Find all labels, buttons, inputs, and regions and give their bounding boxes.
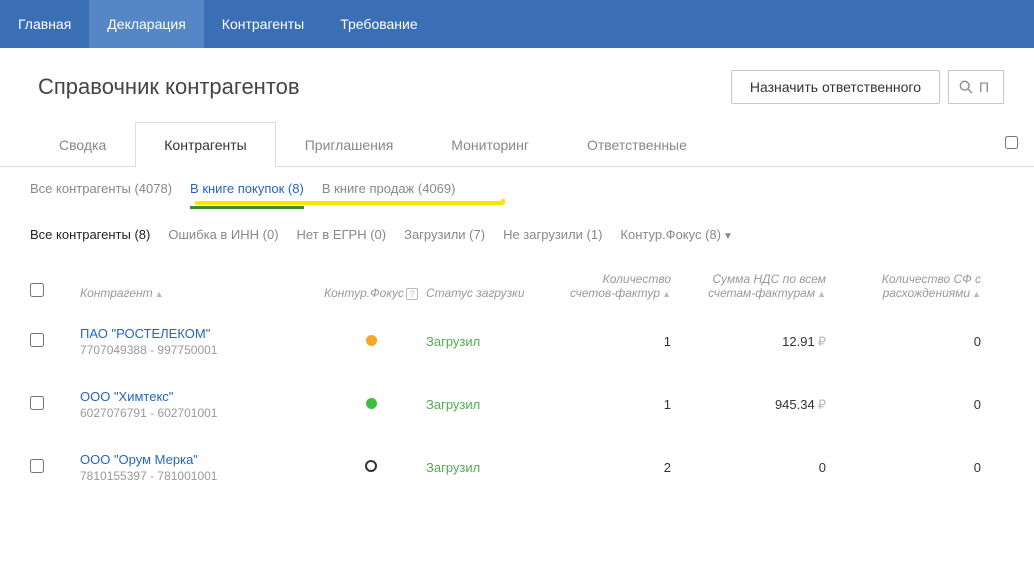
filter-item[interactable]: Нет в ЕГРН (0) <box>297 227 387 242</box>
row-checkbox-cell <box>30 333 80 350</box>
tab[interactable]: Приглашения <box>276 122 423 167</box>
company-inn: 6027076791 - 602701001 <box>80 406 316 420</box>
header-sum[interactable]: Сумма НДС по всем счетам-фактурам▲ <box>671 272 826 300</box>
tab[interactable]: Ответственные <box>558 122 716 167</box>
header-status: Статус загрузки <box>426 286 556 300</box>
count-cell: 2 <box>556 460 671 475</box>
filter-item[interactable]: Ошибка в ИНН (0) <box>168 227 278 242</box>
topnav-item[interactable]: Декларация <box>89 0 204 48</box>
company-cell: ПАО "РОСТЕЛЕКОМ" 7707049388 - 997750001 <box>80 326 316 357</box>
topnav-item[interactable]: Требование <box>322 0 435 48</box>
search-icon <box>959 80 973 94</box>
tab[interactable]: Сводка <box>30 122 135 167</box>
top-nav: ГлавнаяДекларацияКонтрагентыТребование <box>0 0 1034 48</box>
count-cell: 1 <box>556 334 671 349</box>
discrepancy-cell: 0 <box>826 460 981 475</box>
search-input[interactable]: П <box>948 70 1004 104</box>
tabs-right-checkbox[interactable] <box>1005 136 1018 152</box>
table-header: Контрагент▲ Контур.Фокус? Статус загрузк… <box>0 256 1034 310</box>
company-link[interactable]: ООО "Орум Мерка" <box>80 452 316 467</box>
status-dot-icon <box>365 460 377 472</box>
header-discrepancy[interactable]: Количество СФ с расхождениями▲ <box>826 272 981 300</box>
help-icon[interactable]: ? <box>406 288 418 300</box>
sum-cell: 0 <box>671 460 826 475</box>
row-checkbox[interactable] <box>30 333 44 347</box>
status-dot-icon <box>366 335 377 346</box>
filter-item[interactable]: Загрузили (7) <box>404 227 485 242</box>
tab[interactable]: Мониторинг <box>422 122 558 167</box>
counterparty-table: Контрагент▲ Контур.Фокус? Статус загрузк… <box>0 256 1034 499</box>
status-text: Загрузил <box>426 334 480 349</box>
sort-arrow-icon: ▲ <box>662 289 671 299</box>
focus-cell <box>316 460 426 475</box>
status-text: Загрузил <box>426 460 480 475</box>
row-checkbox[interactable] <box>30 459 44 473</box>
table-row: ООО "Орум Мерка" 7810155397 - 781001001 За… <box>0 436 1034 499</box>
discrepancy-cell: 0 <box>826 334 981 349</box>
company-link[interactable]: ООО "Химтекс" <box>80 389 316 404</box>
filter-item[interactable]: Все контрагенты (8) <box>30 227 150 242</box>
sum-cell: 945.34₽ <box>671 397 826 413</box>
table-body: ПАО "РОСТЕЛЕКОМ" 7707049388 - 997750001 За… <box>0 310 1034 499</box>
status-dot-icon <box>366 398 377 409</box>
search-placeholder: П <box>979 79 989 95</box>
discrepancy-cell: 0 <box>826 397 981 412</box>
row-checkbox[interactable] <box>30 396 44 410</box>
status-cell: Загрузил <box>426 334 556 349</box>
subtab[interactable]: Все контрагенты (4078) <box>30 181 172 209</box>
subtabs: Все контрагенты (4078) В книге покупок (8… <box>0 167 1034 209</box>
sort-arrow-icon: ▲ <box>155 289 164 299</box>
table-row: ПАО "РОСТЕЛЕКОМ" 7707049388 - 997750001 За… <box>0 310 1034 373</box>
main-tabs: СводкаКонтрагентыПриглашенияМониторингОт… <box>0 122 1034 167</box>
sort-arrow-icon: ▲ <box>817 289 826 299</box>
status-cell: Загрузил <box>426 460 556 475</box>
page-header: Справочник контрагентов Назначить ответс… <box>0 48 1034 122</box>
select-all-checkbox[interactable] <box>30 283 44 297</box>
subtab[interactable]: В книге покупок (8) <box>190 181 304 209</box>
topnav-item[interactable]: Контрагенты <box>204 0 322 48</box>
focus-cell <box>316 397 426 412</box>
status-text: Загрузил <box>426 397 480 412</box>
header-actions: Назначить ответственного П <box>731 70 1004 104</box>
row-checkbox-cell <box>30 396 80 413</box>
company-inn: 7810155397 - 781001001 <box>80 469 316 483</box>
company-inn: 7707049388 - 997750001 <box>80 343 316 357</box>
header-focus[interactable]: Контур.Фокус? <box>316 286 426 300</box>
header-name[interactable]: Контрагент▲ <box>80 286 316 300</box>
status-cell: Загрузил <box>426 397 556 412</box>
header-checkbox-cell <box>30 283 80 300</box>
app-window: ГлавнаяДекларацияКонтрагентыТребование С… <box>0 0 1034 570</box>
filter-item[interactable]: Контур.Фокус (8)▼ <box>620 227 733 242</box>
table-row: ООО "Химтекс" 6027076791 - 602701001 Загру… <box>0 373 1034 436</box>
filter-bar: Все контрагенты (8) Ошибка в ИНН (0) Нет в… <box>0 209 1034 256</box>
header-count[interactable]: Количество счетов-фактур▲ <box>556 272 671 300</box>
company-cell: ООО "Орум Мерка" 7810155397 - 781001001 <box>80 452 316 483</box>
page-title: Справочник контрагентов <box>38 74 300 100</box>
count-cell: 1 <box>556 397 671 412</box>
tab[interactable]: Контрагенты <box>135 122 275 167</box>
assign-responsible-button[interactable]: Назначить ответственного <box>731 70 940 104</box>
subtab[interactable]: В книге продаж (4069) <box>322 181 456 209</box>
sort-arrow-icon: ▲ <box>972 289 981 299</box>
focus-cell <box>316 334 426 349</box>
topnav-item[interactable]: Главная <box>0 0 89 48</box>
company-link[interactable]: ПАО "РОСТЕЛЕКОМ" <box>80 326 316 341</box>
row-checkbox-cell <box>30 459 80 476</box>
chevron-down-icon: ▼ <box>723 231 733 242</box>
company-cell: ООО "Химтекс" 6027076791 - 602701001 <box>80 389 316 420</box>
filter-item[interactable]: Не загрузили (1) <box>503 227 602 242</box>
sum-cell: 12.91₽ <box>671 334 826 350</box>
